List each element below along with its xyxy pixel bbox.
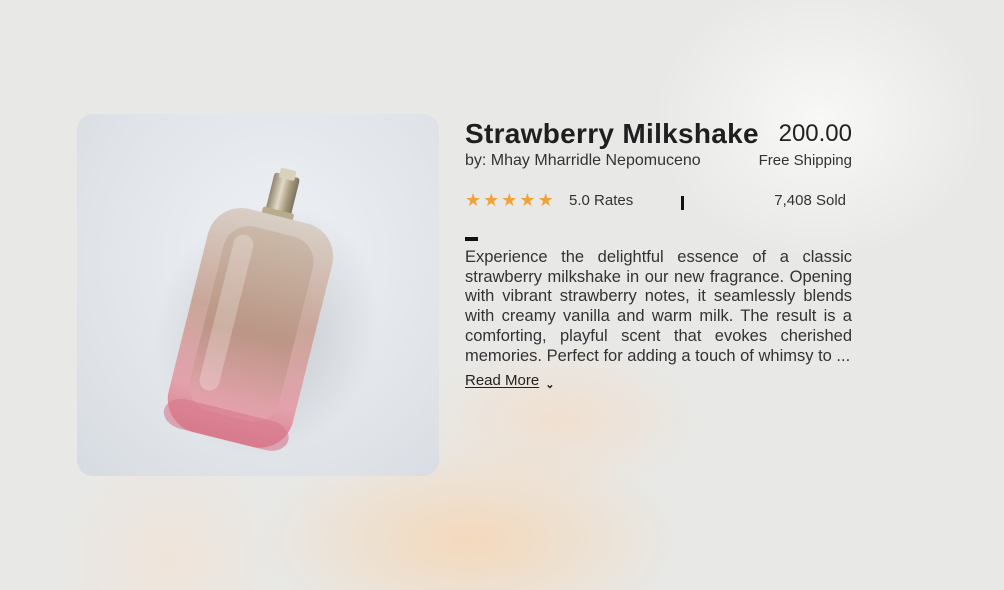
rating-row: ★ ★ ★ ★ ★ 5.0 Rates 7,408 Sold — [465, 190, 852, 214]
product-title: Strawberry Milkshake — [465, 118, 759, 149]
divider — [681, 196, 684, 210]
star-icon: ★ — [465, 190, 482, 210]
star-icon: ★ — [519, 190, 536, 210]
read-more-link[interactable]: Read More ⌄ — [465, 372, 555, 391]
rating-stars: ★ ★ ★ ★ ★ — [465, 190, 554, 210]
rating-text: 5.0 Rates — [569, 192, 634, 209]
product-image — [77, 114, 439, 476]
product-author: by: Mhay Mharridle Nepomuceno — [465, 152, 701, 169]
perfume-bottle-image — [154, 167, 380, 458]
section-divider — [465, 237, 478, 241]
read-more-label: Read More — [465, 372, 540, 389]
sold-count: 7,408 Sold — [774, 192, 846, 209]
product-price: 200.00 — [778, 120, 852, 147]
star-icon: ★ — [537, 190, 554, 210]
star-icon: ★ — [483, 190, 500, 210]
star-icon: ★ — [501, 190, 518, 210]
product-description: Experience the delightful essence of a c… — [465, 248, 852, 365]
chevron-down-icon: ⌄ — [545, 379, 555, 391]
shipping-info: Free Shipping — [758, 152, 852, 169]
